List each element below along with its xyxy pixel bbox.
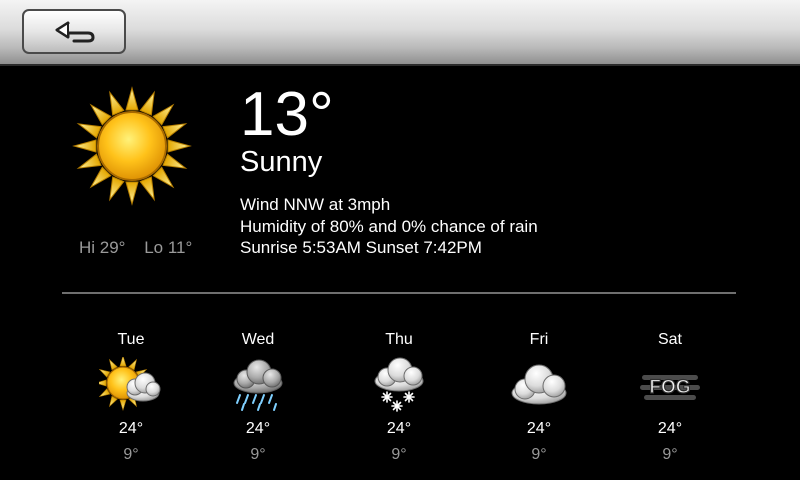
- rain-icon: [213, 356, 303, 414]
- back-button[interactable]: [22, 9, 126, 54]
- forecast-high: 24°: [657, 420, 683, 437]
- divider: [62, 292, 736, 294]
- top-toolbar: [0, 0, 800, 66]
- forecast-day-name: Sat: [657, 331, 682, 348]
- back-arrow-icon: [55, 21, 95, 43]
- humidity-info: Humidity of 80% and 0% chance of rain: [240, 216, 538, 236]
- forecast-low: 9°: [391, 446, 407, 463]
- forecast-day-name: Fri: [529, 331, 549, 348]
- snow-icon: [354, 356, 444, 414]
- sun-times: Sunrise 5:53AM Sunset 7:42PM: [240, 238, 482, 257]
- forecast-low: 9°: [250, 446, 266, 463]
- forecast-low: 9°: [662, 446, 678, 463]
- forecast-day-thu: Thu 24° 9°: [354, 330, 444, 465]
- forecast-day-fri: Fri 24° 9°: [494, 330, 584, 465]
- current-condition: Sunny: [240, 146, 323, 178]
- current-temperature: 13°: [240, 80, 334, 149]
- forecast-day-tue: Tue 24° 9°: [86, 330, 176, 465]
- cloudy-icon: [494, 356, 584, 414]
- forecast-day-name: Thu: [385, 331, 413, 348]
- forecast-day-name: Tue: [117, 331, 145, 348]
- forecast-day-wed: Wed 24° 9°: [213, 330, 303, 465]
- forecast-low: 9°: [123, 446, 139, 463]
- today-high: Hi 29°: [79, 238, 126, 257]
- svg-text:FOG: FOG: [649, 377, 690, 398]
- sunny-icon: [72, 86, 192, 211]
- today-low: Lo 11°: [144, 238, 193, 257]
- forecast-high: 24°: [386, 420, 412, 437]
- forecast-high: 24°: [526, 420, 552, 437]
- forecast-day-sat: Sat FOG 24° 9°: [625, 330, 715, 465]
- forecast-day-name: Wed: [241, 331, 275, 348]
- current-details: Wind NNW at 3mph Humidity of 80% and 0% …: [240, 194, 538, 259]
- hi-lo-summary: Hi 29° Lo 11°: [79, 238, 192, 258]
- partly-sunny-icon: [86, 356, 176, 414]
- forecast-low: 9°: [531, 446, 547, 463]
- fog-icon: FOG: [625, 356, 715, 414]
- wind-info: Wind NNW at 3mph: [240, 195, 391, 214]
- forecast-high: 24°: [245, 420, 271, 437]
- forecast-high: 24°: [118, 420, 144, 437]
